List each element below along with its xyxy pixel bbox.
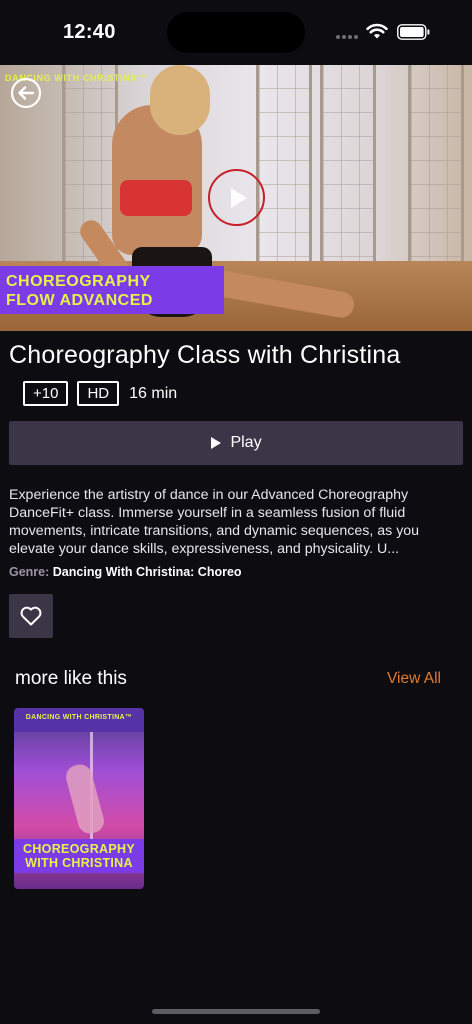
studio-window-panel	[320, 65, 376, 275]
genre-value[interactable]: Dancing With Christina: Choreo	[53, 565, 242, 579]
battery-icon	[397, 24, 430, 40]
genre-row: Genre: Dancing With Christina: Choreo	[9, 565, 242, 579]
card-brand-text: DANCING WITH CHRISTINA™	[14, 708, 144, 732]
quality-badge: HD	[77, 381, 120, 406]
hero-title-banner: CHOREOGRAPHY FLOW ADVANCED	[0, 266, 224, 314]
card-banner-line: CHOREOGRAPHY	[23, 842, 135, 856]
dynamic-island	[167, 12, 305, 53]
page-title: Choreography Class with Christina	[9, 341, 401, 369]
favorite-button[interactable]	[9, 594, 53, 638]
related-video-card[interactable]: DANCING WITH CHRISTINA™ CHOREOGRAPHY WIT…	[14, 708, 144, 889]
play-button-label: Play	[230, 434, 262, 451]
video-meta: +10 HD 16 min	[23, 381, 177, 406]
hero-play-button[interactable]	[208, 169, 265, 226]
view-all-link[interactable]: View All	[387, 670, 441, 688]
dancer-figure	[120, 180, 192, 216]
studio-window-panel	[256, 65, 312, 275]
cellular-signal-icon	[336, 35, 358, 39]
more-like-this-heading: more like this	[15, 668, 127, 689]
hero-video-thumbnail[interactable]: DANCING WITH CHRISTINA™ CHOREOGRAPHY FLO…	[0, 65, 472, 331]
duration-label: 16 min	[129, 384, 178, 402]
genre-label: Genre:	[9, 565, 50, 579]
studio-window-panel	[408, 65, 464, 275]
heart-icon	[20, 606, 42, 626]
hero-banner-line: FLOW ADVANCED	[6, 292, 153, 309]
age-rating-badge: +10	[23, 381, 69, 406]
card-dancer-figure	[63, 761, 107, 837]
wifi-icon	[366, 23, 388, 39]
home-indicator[interactable]	[152, 1009, 320, 1014]
play-button[interactable]: Play	[9, 421, 463, 465]
card-banner-line: WITH CHRISTINA	[25, 856, 133, 870]
description-text[interactable]: Experience the artistry of dance in our …	[9, 486, 464, 558]
back-arrow-icon[interactable]	[10, 77, 42, 109]
card-title-banner: CHOREOGRAPHY WITH CHRISTINA	[14, 839, 144, 873]
dancer-figure	[150, 65, 210, 135]
play-icon	[230, 187, 247, 208]
play-icon	[211, 437, 222, 449]
hero-banner-line: CHOREOGRAPHY	[6, 273, 151, 290]
status-bar: 12:40	[0, 0, 472, 64]
status-time: 12:40	[63, 21, 116, 43]
